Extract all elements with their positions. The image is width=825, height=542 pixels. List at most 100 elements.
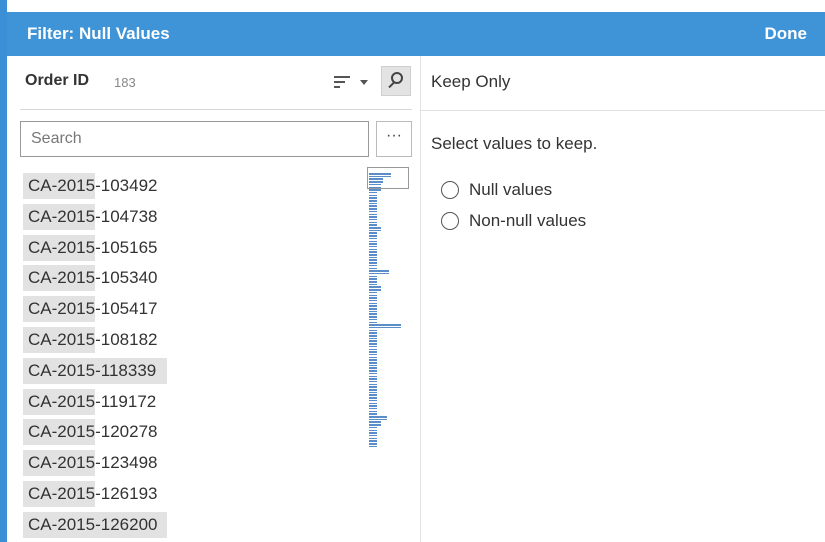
value-label: CA-2015-126193 (28, 483, 158, 503)
minimap-line (369, 275, 377, 278)
value-label: CA-2015-123498 (28, 453, 158, 473)
header-divider (20, 109, 412, 110)
minimap-line (369, 348, 377, 351)
value-row[interactable]: CA-2015-120278 (23, 417, 363, 448)
minimap-line (369, 367, 377, 369)
minimap-line (369, 297, 377, 299)
minimap-line (369, 375, 377, 378)
minimap-line (369, 335, 377, 337)
minimap-line (369, 183, 381, 186)
minimap-line (369, 237, 377, 240)
search-input[interactable] (20, 121, 369, 157)
keep-only-title: Keep Only (431, 72, 511, 91)
minimap-line (369, 445, 377, 448)
minimap-line (369, 321, 377, 324)
value-label: CA-2015-120278 (28, 422, 158, 442)
minimap-line (369, 337, 377, 340)
value-row[interactable]: CA-2015-118339 (23, 356, 363, 387)
value-row[interactable]: CA-2015-108182 (23, 325, 363, 356)
minimap-line (369, 259, 377, 261)
value-label: CA-2015-126200 (28, 514, 158, 534)
minimap-line (369, 443, 377, 445)
radio-null-values[interactable]: Null values (441, 180, 552, 200)
value-label: CA-2015-108182 (28, 329, 158, 349)
value-row[interactable]: CA-2015-105165 (23, 233, 363, 264)
value-row[interactable]: CA-2015-119172 (23, 387, 363, 418)
sort-icon[interactable] (334, 75, 352, 91)
minimap-line (369, 413, 377, 415)
dialog-title: Filter: Null Values (27, 24, 170, 43)
minimap-line (369, 281, 377, 283)
value-row[interactable]: CA-2015-126193 (23, 479, 363, 510)
radio-button[interactable] (441, 181, 459, 199)
minimap-line (369, 351, 377, 353)
minimap-line (369, 189, 381, 191)
done-button[interactable]: Done (765, 24, 808, 44)
minimap-line (369, 173, 391, 175)
minimap-line (369, 397, 377, 399)
minimap-line (369, 359, 377, 361)
more-options-button[interactable]: ··· (376, 121, 412, 157)
minimap-line (369, 221, 377, 224)
minimap-line (369, 440, 377, 442)
minimap-line (369, 372, 377, 375)
value-row[interactable]: CA-2015-105417 (23, 294, 363, 325)
value-label: CA-2015-105165 (28, 237, 158, 257)
minimap-line (369, 178, 383, 180)
minimap-line (369, 262, 377, 264)
value-row[interactable]: CA-2015-103492 (23, 171, 363, 202)
search-toggle-button[interactable] (381, 66, 411, 96)
value-row[interactable]: CA-2015-123498 (23, 448, 363, 479)
keep-instruction: Select values to keep. (431, 134, 598, 153)
minimap-line (369, 416, 387, 418)
minimap-line (369, 318, 377, 321)
value-label: CA-2015-104738 (28, 206, 158, 226)
minimap-line (369, 289, 381, 291)
value-row[interactable]: CA-2015-126200 (23, 510, 363, 541)
minimap-line (369, 205, 377, 207)
minimap-line (369, 267, 377, 270)
minimap-line (369, 437, 377, 440)
radio-button[interactable] (441, 212, 459, 230)
minimap-line (369, 299, 377, 302)
value-row[interactable]: CA-2015-104738 (23, 202, 363, 233)
minimap-line (369, 394, 377, 396)
minimap-line (369, 429, 377, 432)
minimap-line (369, 308, 377, 310)
minimap-line (369, 294, 377, 297)
radio-label: Null values (469, 180, 553, 199)
minimap-line (369, 229, 381, 232)
minimap-line (369, 194, 377, 197)
radio-non-null-values[interactable]: Non-null values (441, 211, 586, 231)
minimap-line (369, 418, 387, 421)
value-minimap[interactable] (367, 167, 417, 457)
minimap-line (369, 434, 377, 437)
minimap-line (369, 235, 377, 237)
minimap-line (369, 181, 383, 183)
value-row[interactable]: CA-2015-105340 (23, 263, 363, 294)
minimap-line (369, 391, 377, 394)
minimap-line (369, 286, 381, 288)
title-bar: Filter: Null Values Done (7, 12, 825, 56)
minimap-line (369, 256, 377, 259)
minimap-line (369, 302, 377, 305)
keep-only-divider (421, 110, 825, 111)
minimap-line (369, 186, 381, 189)
minimap-line (369, 305, 377, 307)
keep-only-pane: Keep Only Select values to keep. Null va… (421, 56, 825, 542)
chevron-down-icon[interactable] (360, 80, 368, 85)
minimap-line (369, 353, 377, 356)
minimap-line (369, 248, 377, 251)
field-count: 183 (114, 75, 136, 90)
minimap-line (369, 340, 377, 342)
minimap-line (369, 175, 391, 178)
minimap-line (369, 324, 401, 326)
minimap-line (369, 399, 377, 402)
minimap-line (369, 291, 377, 294)
minimap-line (369, 364, 377, 367)
value-label: CA-2015-119172 (28, 391, 157, 411)
minimap-line (369, 197, 377, 199)
minimap-line (369, 383, 377, 386)
value-label: CA-2015-103492 (28, 176, 158, 195)
minimap-line (369, 389, 377, 391)
